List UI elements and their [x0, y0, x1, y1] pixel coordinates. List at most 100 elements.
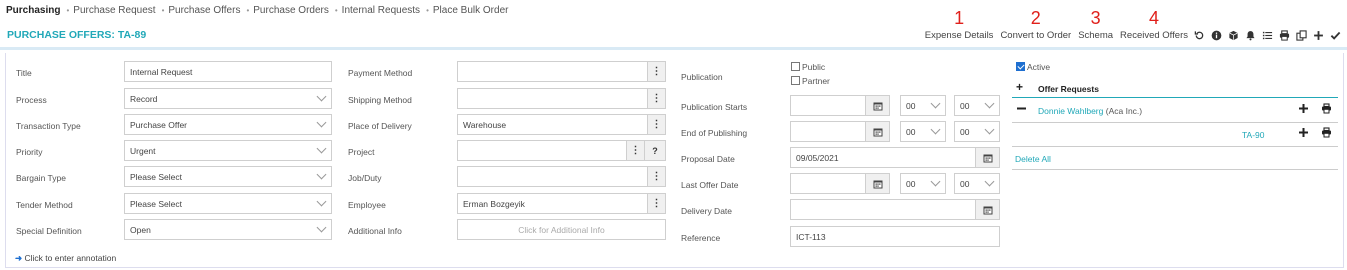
- publication-starts-minute[interactable]: 00: [954, 95, 1000, 116]
- employee-value: Erman Bozgeyik: [463, 198, 525, 209]
- chevron-down-icon: [316, 117, 327, 128]
- info-icon[interactable]: [1211, 30, 1222, 41]
- tender-method-select[interactable]: Please Select: [124, 193, 332, 214]
- collapse-icon[interactable]: [1016, 103, 1027, 117]
- last-offer-minute[interactable]: 00: [954, 173, 1000, 194]
- calendar-icon[interactable]: [866, 173, 890, 194]
- additional-info-field[interactable]: Click for Additional Info: [457, 219, 666, 240]
- offer-requests-heading: Offer Requests: [1038, 84, 1099, 94]
- page-title: PURCHASE OFFERS: TA-89: [7, 29, 147, 41]
- title-input[interactable]: Internal Request: [124, 61, 332, 82]
- offer-request-row[interactable]: Donnie Wahlberg (Aca Inc.): [1038, 106, 1142, 116]
- add-icon[interactable]: [1298, 127, 1309, 141]
- print-icon[interactable]: [1279, 29, 1290, 41]
- project-label: Project: [348, 147, 375, 157]
- minute-value: 00: [960, 178, 970, 189]
- end-of-publishing-hour[interactable]: 00: [900, 121, 946, 142]
- last-offer-hour[interactable]: 00: [900, 173, 946, 194]
- calendar-icon[interactable]: [976, 147, 1000, 168]
- minute-value: 00: [960, 100, 970, 111]
- more-options-icon[interactable]: ⋮: [648, 193, 666, 214]
- more-options-icon[interactable]: ⋮: [627, 140, 645, 161]
- place-of-delivery-value: Warehouse: [463, 119, 507, 130]
- end-of-publishing-date[interactable]: [790, 121, 866, 142]
- publication-starts-date[interactable]: [790, 95, 866, 116]
- delivery-date-input[interactable]: [790, 199, 976, 220]
- proposal-date-input[interactable]: 09/05/2021: [790, 147, 976, 168]
- history-icon[interactable]: [1194, 30, 1205, 41]
- copy-icon[interactable]: [1296, 29, 1307, 41]
- cube-icon[interactable]: [1228, 30, 1239, 41]
- employee-label: Employee: [348, 200, 386, 210]
- more-options-icon[interactable]: ⋮: [648, 61, 666, 82]
- calendar-icon[interactable]: [976, 199, 1000, 220]
- publication-starts-hour[interactable]: 00: [900, 95, 946, 116]
- chevron-down-icon: [316, 222, 327, 233]
- breadcrumb-purchasing[interactable]: Purchasing: [6, 5, 60, 16]
- convert-to-order-label: Convert to Order: [1000, 29, 1072, 41]
- breadcrumb-internal-requests[interactable]: Internal Requests: [342, 5, 420, 16]
- project-input[interactable]: [457, 140, 627, 161]
- annotation-link[interactable]: ➜ Click to enter annotation: [15, 253, 116, 264]
- more-options-icon[interactable]: ⋮: [648, 114, 666, 135]
- delete-all-link[interactable]: Delete All: [1015, 154, 1051, 164]
- priority-select[interactable]: Urgent: [124, 140, 332, 161]
- breadcrumb-purchase-request[interactable]: Purchase Request: [73, 5, 155, 16]
- bell-icon[interactable]: [1245, 30, 1256, 41]
- calendar-icon[interactable]: [866, 121, 890, 142]
- annotation-number: 3: [1090, 7, 1101, 28]
- end-of-publishing-minute[interactable]: 00: [954, 121, 1000, 142]
- expense-details-button[interactable]: 1 Expense Details: [925, 8, 994, 41]
- add-icon[interactable]: [1313, 30, 1324, 41]
- arrow-right-icon: ➜: [15, 253, 23, 263]
- breadcrumb-place-bulk-order[interactable]: Place Bulk Order: [433, 5, 509, 16]
- publication-starts-label: Publication Starts: [681, 102, 748, 112]
- shipping-method-input[interactable]: [457, 88, 648, 109]
- public-checkbox[interactable]: [791, 62, 800, 71]
- breadcrumb-purchase-offers[interactable]: Purchase Offers: [168, 5, 240, 16]
- chevron-down-icon: [930, 124, 941, 135]
- partner-checkbox[interactable]: [791, 76, 800, 85]
- chevron-down-icon: [984, 98, 995, 109]
- transaction-type-select[interactable]: Purchase Offer: [124, 114, 332, 135]
- check-icon[interactable]: [1330, 30, 1341, 41]
- add-icon[interactable]: [1298, 103, 1309, 117]
- chevron-down-icon: [984, 124, 995, 135]
- more-options-icon[interactable]: ⋮: [648, 88, 666, 109]
- calendar-icon[interactable]: [866, 95, 890, 116]
- divider: [1012, 146, 1338, 147]
- last-offer-date-label: Last Offer Date: [681, 180, 739, 190]
- place-of-delivery-input[interactable]: Warehouse: [457, 114, 648, 135]
- process-select[interactable]: Record: [124, 88, 332, 109]
- process-value: Record: [130, 93, 158, 104]
- breadcrumb-purchase-orders[interactable]: Purchase Orders: [253, 5, 329, 16]
- employee-input[interactable]: Erman Bozgeyik: [457, 193, 648, 214]
- place-of-delivery-label: Place of Delivery: [348, 121, 412, 131]
- active-checkbox[interactable]: [1016, 62, 1025, 71]
- transaction-type-value: Purchase Offer: [130, 119, 188, 130]
- bargain-type-select[interactable]: Please Select: [124, 166, 332, 187]
- special-definition-select[interactable]: Open: [124, 219, 332, 240]
- annotation-label: Click to enter annotation: [24, 253, 117, 263]
- help-icon[interactable]: ?: [645, 140, 666, 161]
- chevron-down-icon: [316, 91, 327, 102]
- print-icon[interactable]: [1321, 103, 1332, 117]
- hour-value: 00: [906, 178, 916, 189]
- list-icon[interactable]: [1262, 30, 1273, 41]
- convert-to-order-button[interactable]: 2 Convert to Order: [1000, 8, 1072, 41]
- received-offers-button[interactable]: 4 Received Offers: [1120, 8, 1188, 41]
- schema-button[interactable]: 3 Schema: [1078, 8, 1113, 41]
- payment-method-input[interactable]: [457, 61, 648, 82]
- chevron-down-icon: [930, 98, 941, 109]
- priority-value: Urgent: [130, 145, 156, 156]
- job-duty-input[interactable]: [457, 166, 648, 187]
- print-icon[interactable]: [1321, 127, 1332, 141]
- reference-input[interactable]: ICT-113: [790, 226, 1000, 247]
- chevron-down-icon: [316, 169, 327, 180]
- add-icon[interactable]: +: [1016, 81, 1023, 93]
- more-options-icon[interactable]: ⋮: [648, 166, 666, 187]
- additional-info-label: Additional Info: [348, 226, 402, 236]
- supplier-name[interactable]: Donnie Wahlberg: [1038, 106, 1103, 116]
- last-offer-date-input[interactable]: [790, 173, 866, 194]
- offer-code-link[interactable]: TA-90: [1242, 130, 1265, 140]
